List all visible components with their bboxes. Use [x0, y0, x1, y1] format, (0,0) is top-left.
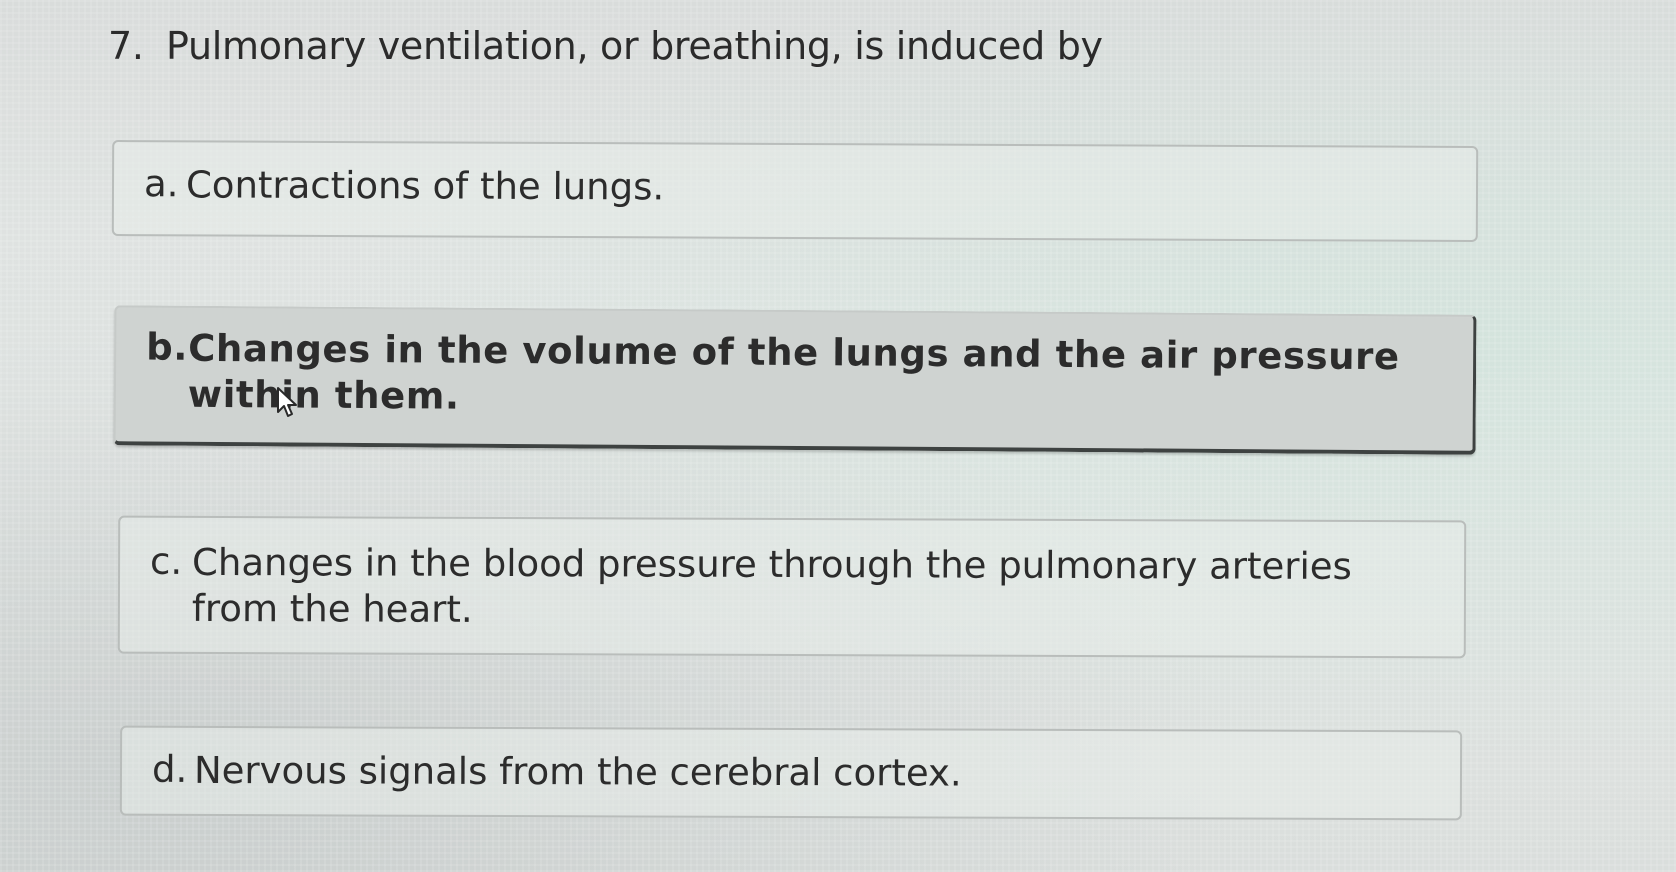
question-number: 7.: [108, 24, 144, 68]
option-text: Changes in the volume of the lungs and t…: [187, 326, 1400, 418]
question-text: Pulmonary ventilation, or breathing, is …: [166, 24, 1103, 68]
option-letter: d.: [151, 747, 188, 791]
answer-option-d[interactable]: d. Nervous signals from the cerebral cor…: [119, 725, 1463, 821]
option-text: Changes in the blood pressure through th…: [191, 540, 1352, 631]
question-prompt: 7. Pulmonary ventilation, or breathing, i…: [108, 16, 1103, 76]
answer-option-a[interactable]: a. Contractions of the lungs.: [111, 140, 1479, 242]
answer-option-b[interactable]: b. Changes in the volume of the lungs an…: [113, 305, 1477, 455]
option-letter: a.: [143, 162, 179, 206]
answer-option-c[interactable]: c. Changes in the blood pressure through…: [117, 515, 1467, 659]
option-letter: b.: [146, 325, 189, 369]
mouse-pointer-icon: [277, 387, 297, 417]
option-text: Contractions of the lungs.: [185, 163, 665, 209]
option-letter: c.: [150, 539, 183, 583]
option-text: Nervous signals from the cerebral cortex…: [193, 748, 962, 795]
